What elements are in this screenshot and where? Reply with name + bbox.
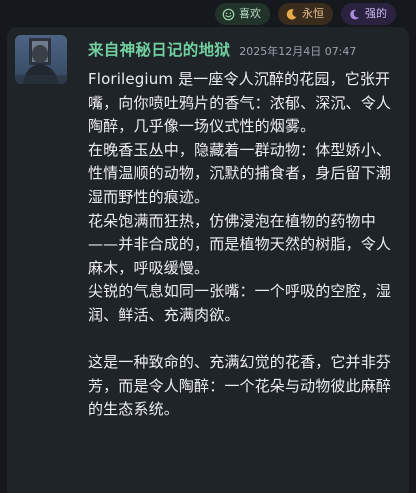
- smile-icon: [222, 8, 235, 20]
- message-paragraph: 在晚香玉丛中，隐藏着一群动物：体型娇小、性情温顺的动物，沉默的捕食者，身后留下潮…: [88, 140, 392, 206]
- reaction-forever-chip[interactable]: 永恒: [278, 3, 333, 25]
- message-paragraph: 尖锐的气息如同一张嘴：一个呼吸的空腔，湿润、鲜活、充满肉欲。: [88, 282, 392, 324]
- author-name[interactable]: 来自神秘日记的地狱: [88, 38, 230, 60]
- reaction-bar: 喜欢 永恒 强的: [215, 3, 396, 25]
- reaction-like-label: 喜欢: [239, 7, 261, 20]
- reaction-strong-chip[interactable]: 强的: [341, 3, 396, 25]
- avatar-image: [15, 35, 67, 84]
- crescent-icon: [350, 9, 360, 19]
- message-body: Florilegium 是一座令人沉醉的花园，它张开嘴，向你喷吐鸦片的香气：浓郁…: [88, 68, 403, 422]
- message-paragraph: 花朵饱满而狂热，仿佛浸泡在植物的药物中——并非合成的，而是植物天然的树脂，令人麻…: [88, 211, 392, 277]
- avatar[interactable]: [15, 35, 67, 84]
- reaction-like-chip[interactable]: 喜欢: [215, 3, 270, 25]
- moon-icon: [286, 8, 297, 20]
- message-paragraph: 这是一种致命的、充满幻觉的花香，它并非芬芳，而是令人陶醉：一个花朵与动物彼此麻醉…: [88, 353, 392, 419]
- message-header: 来自神秘日记的地狱 2025年12月4日 07:47: [88, 38, 356, 60]
- message-paragraph: Florilegium 是一座令人沉醉的花园，它张开嘴，向你喷吐鸦片的香气：浓郁…: [88, 70, 392, 136]
- reaction-forever-label: 永恒: [302, 7, 324, 20]
- reaction-strong-label: 强的: [365, 7, 387, 20]
- page: 喜欢 永恒 强的 来自神秘日记的地狱 2025年12月4日 07:47 Flor…: [0, 0, 416, 493]
- message-timestamp: 2025年12月4日 07:47: [239, 45, 357, 58]
- message-card: 来自神秘日记的地狱 2025年12月4日 07:47 Florilegium 是…: [7, 27, 409, 493]
